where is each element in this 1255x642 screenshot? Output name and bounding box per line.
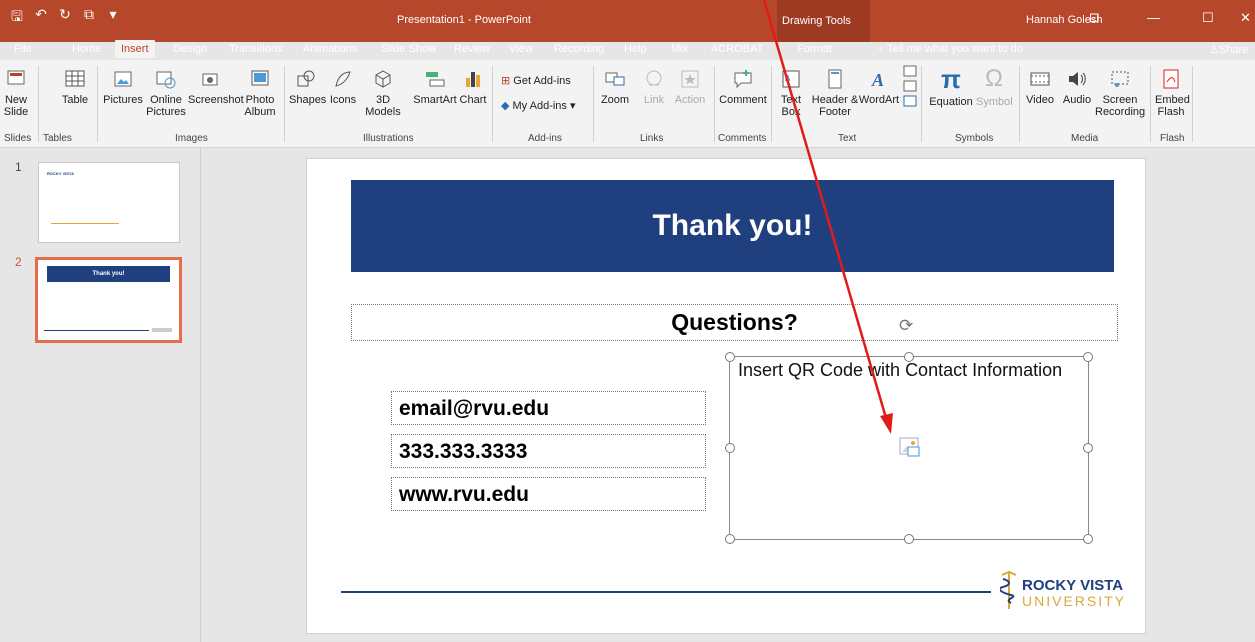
annotation-arrow — [762, 0, 893, 434]
